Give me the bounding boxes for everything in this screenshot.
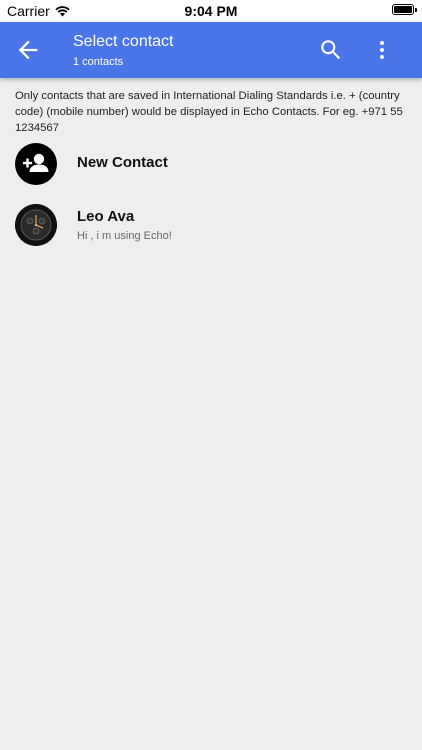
clock: 9:04 PM <box>184 3 238 19</box>
app-bar: Select contact 1 contacts <box>0 22 422 78</box>
contact-avatar <box>15 204 57 246</box>
new-contact-label: New Contact <box>77 154 168 171</box>
app-bar-titles: Select contact 1 contacts <box>73 32 174 70</box>
page-title: Select contact <box>73 33 174 50</box>
contact-name: Leo Ava <box>77 208 135 225</box>
add-person-icon <box>15 143 57 185</box>
battery-icon <box>392 4 417 15</box>
contact-status: Hi , i m using Echo! <box>77 230 172 242</box>
contact-count: 1 contacts <box>73 56 124 68</box>
dialing-standards-notice: Only contacts that are saved in Internat… <box>15 90 403 134</box>
status-bar: Carrier 9:04 PM <box>0 0 422 22</box>
new-contact-button[interactable]: New Contact <box>15 142 410 186</box>
more-options-icon[interactable] <box>370 37 394 63</box>
search-icon[interactable] <box>318 37 344 63</box>
contact-item[interactable]: Leo Ava Hi , i m using Echo! <box>15 203 410 247</box>
back-arrow-icon[interactable] <box>14 36 42 64</box>
